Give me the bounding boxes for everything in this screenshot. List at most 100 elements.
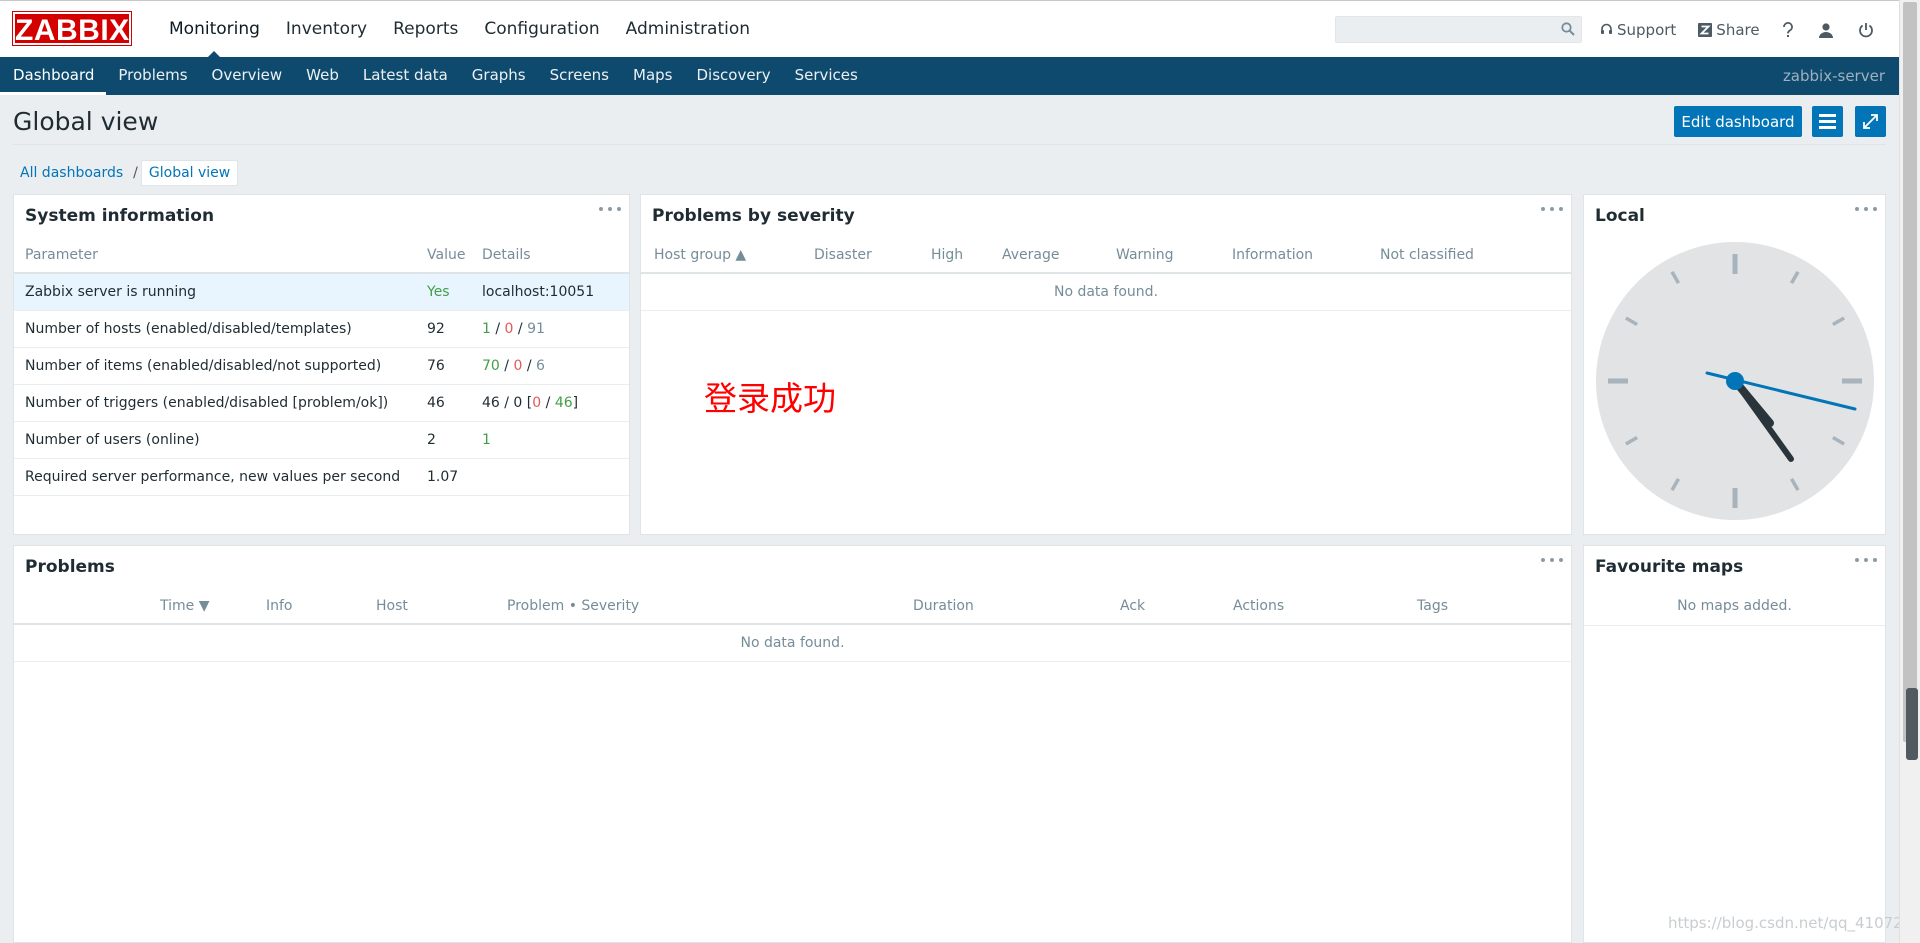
widget-menu-button[interactable] bbox=[599, 203, 621, 215]
table-row: Zabbix server is running Yes localhost:1… bbox=[14, 273, 629, 311]
table-row: No data found. bbox=[14, 624, 1571, 662]
breadcrumb-global-view[interactable]: Global view bbox=[140, 160, 239, 186]
table-row: Required server performance, new values … bbox=[14, 458, 629, 496]
column-header: High bbox=[931, 237, 1002, 274]
share-link[interactable]: Share bbox=[1698, 20, 1760, 39]
vertical-scrollbar[interactable] bbox=[1899, 0, 1920, 943]
widget-title: Problems bbox=[25, 557, 115, 577]
sub-navigation: Dashboard Problems Overview Web Latest d… bbox=[0, 57, 1899, 95]
widget-menu-button[interactable] bbox=[1855, 554, 1877, 566]
favourite-maps-table: No maps added. bbox=[1584, 588, 1885, 626]
table-row: Number of hosts (enabled/disabled/templa… bbox=[14, 310, 629, 348]
edit-dashboard-button[interactable]: Edit dashboard bbox=[1674, 106, 1802, 137]
subnav-maps[interactable]: Maps bbox=[621, 57, 684, 95]
table-row: No data found. bbox=[641, 273, 1571, 311]
search-icon[interactable] bbox=[1561, 22, 1575, 36]
widget-menu-button[interactable] bbox=[1541, 203, 1563, 215]
table-row: No maps added. bbox=[1584, 588, 1885, 626]
problems-widget: Problems Time ▼ Info Host Problem • Seve… bbox=[13, 545, 1572, 943]
top-links: Support Share bbox=[1600, 1, 1898, 58]
subnav-latest-data[interactable]: Latest data bbox=[351, 57, 460, 95]
menu-administration[interactable]: Administration bbox=[613, 1, 763, 58]
page-title: Global view bbox=[13, 107, 159, 136]
no-data-message: No data found. bbox=[641, 273, 1571, 311]
menu-reports[interactable]: Reports bbox=[380, 1, 471, 58]
login-success-text: 登录成功 bbox=[704, 379, 836, 418]
column-header: Value bbox=[427, 237, 482, 274]
column-header: Problem • Severity bbox=[507, 588, 913, 625]
breadcrumb-separator: / bbox=[133, 165, 138, 181]
fullscreen-icon bbox=[1863, 114, 1878, 129]
column-header: Ack bbox=[1120, 588, 1233, 625]
column-header: Host bbox=[376, 588, 507, 625]
search-box bbox=[1335, 16, 1582, 43]
search-input[interactable] bbox=[1336, 17, 1546, 42]
support-link[interactable]: Support bbox=[1600, 21, 1676, 39]
side-gadget bbox=[1906, 688, 1918, 760]
severity-table: Host group ▲ Disaster High Average Warni… bbox=[641, 237, 1571, 311]
breadcrumb: All dashboards / Global view bbox=[13, 160, 239, 186]
column-header: Details bbox=[482, 237, 629, 274]
scrollbar-thumb[interactable] bbox=[1903, 2, 1917, 742]
subnav-services[interactable]: Services bbox=[783, 57, 870, 95]
column-header: Actions bbox=[1233, 588, 1417, 625]
no-data-message: No data found. bbox=[14, 624, 1571, 662]
widget-title: Problems by severity bbox=[652, 206, 855, 226]
widget-title: System information bbox=[25, 206, 215, 226]
widget-menu-button[interactable] bbox=[1541, 554, 1563, 566]
breadcrumb-all-dashboards[interactable]: All dashboards bbox=[13, 161, 130, 185]
clock-widget: Local bbox=[1583, 194, 1886, 535]
subnav-discovery[interactable]: Discovery bbox=[684, 57, 782, 95]
user-icon[interactable] bbox=[1818, 22, 1834, 38]
problems-by-severity-widget: Problems by severity Host group ▲ Disast… bbox=[640, 194, 1572, 535]
system-information-widget: System information Parameter Value Detai… bbox=[13, 194, 630, 535]
column-header: Tags bbox=[1417, 588, 1571, 625]
hamburger-icon bbox=[1819, 114, 1836, 129]
dashboard-menu-button[interactable] bbox=[1812, 106, 1843, 137]
support-label: Support bbox=[1617, 20, 1677, 39]
column-header: Warning bbox=[1116, 237, 1232, 274]
table-row: Number of triggers (enabled/disabled [pr… bbox=[14, 384, 629, 422]
zabbix-logo[interactable]: ZABBIX bbox=[12, 11, 132, 47]
help-icon[interactable] bbox=[1782, 21, 1794, 38]
clock-center bbox=[1726, 372, 1744, 390]
widget-menu-button[interactable] bbox=[1855, 203, 1877, 215]
widget-title: Favourite maps bbox=[1595, 557, 1744, 577]
headset-icon bbox=[1601, 23, 1612, 34]
system-info-table: Parameter Value Details Zabbix server is… bbox=[14, 237, 629, 496]
table-row: Number of users (online) 2 1 bbox=[14, 421, 629, 459]
column-header: Disaster bbox=[814, 237, 931, 274]
analog-clock bbox=[1596, 242, 1874, 520]
favourite-maps-widget: Favourite maps No maps added. bbox=[1583, 545, 1886, 943]
top-header: ZABBIX Monitoring Inventory Reports Conf… bbox=[0, 0, 1899, 58]
column-header: Duration bbox=[913, 588, 1120, 625]
title-divider bbox=[13, 144, 1886, 145]
column-header: Information bbox=[1232, 237, 1380, 274]
menu-configuration[interactable]: Configuration bbox=[471, 1, 612, 58]
column-header: Parameter bbox=[14, 237, 427, 274]
widget-title: Local bbox=[1595, 206, 1645, 226]
column-header: Not classified bbox=[1380, 237, 1571, 274]
no-maps-message: No maps added. bbox=[1584, 588, 1885, 626]
problems-table: Time ▼ Info Host Problem • Severity Dura… bbox=[14, 588, 1571, 662]
menu-inventory[interactable]: Inventory bbox=[273, 1, 380, 58]
subnav-screens[interactable]: Screens bbox=[538, 57, 621, 95]
server-name: zabbix-server bbox=[1782, 67, 1885, 85]
subnav-problems[interactable]: Problems bbox=[106, 57, 199, 95]
table-row: Number of items (enabled/disabled/not su… bbox=[14, 347, 629, 385]
subnav-web[interactable]: Web bbox=[294, 57, 351, 95]
subnav-overview[interactable]: Overview bbox=[200, 57, 295, 95]
column-header: Info bbox=[266, 588, 376, 625]
main-menu: Monitoring Inventory Reports Configurati… bbox=[156, 1, 763, 58]
column-header: Average bbox=[1002, 237, 1116, 274]
watermark-text: https://blog.csdn.net/qq_41072487 bbox=[1668, 914, 1920, 932]
fullscreen-button[interactable] bbox=[1855, 106, 1886, 137]
share-label: Share bbox=[1716, 20, 1760, 39]
subnav-graphs[interactable]: Graphs bbox=[460, 57, 538, 95]
menu-monitoring[interactable]: Monitoring bbox=[156, 1, 273, 58]
column-header-host-group[interactable]: Host group ▲ bbox=[641, 237, 814, 274]
column-header-time[interactable]: Time ▼ bbox=[14, 588, 266, 625]
zabbix-share-icon bbox=[1698, 22, 1713, 37]
subnav-dashboard[interactable]: Dashboard bbox=[0, 57, 107, 95]
power-icon[interactable] bbox=[1858, 22, 1874, 38]
